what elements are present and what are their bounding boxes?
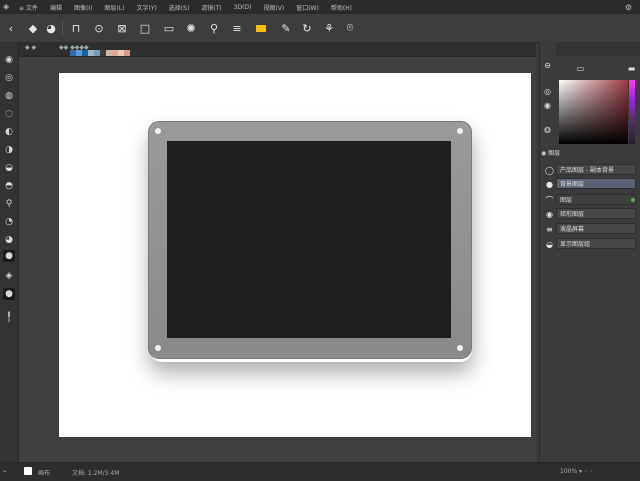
- crop-icon[interactable]: ◐: [3, 126, 15, 138]
- pen-tool-icon[interactable]: ✎: [277, 19, 295, 37]
- left-toolbar: ◉ ◎ ◍ ◌ ◐ ◑ ◒ ◓ ⚲ ◔ ◕ ● ◈ ● ╿: [0, 42, 19, 462]
- quick-select-icon[interactable]: ◌: [3, 108, 15, 120]
- lasso-icon[interactable]: ◍: [3, 90, 15, 102]
- adjust-panel-icon[interactable]: ◉: [542, 100, 553, 111]
- menu-edit[interactable]: 编辑: [50, 3, 62, 12]
- layers-title: 图层: [548, 150, 561, 157]
- brush-icon[interactable]: ◓: [3, 180, 15, 192]
- blur-icon[interactable]: ◕: [3, 234, 15, 246]
- layer-row-1[interactable]: 产品图层 - 副本背景: [556, 164, 636, 175]
- diamond-tool-icon[interactable]: ◆: [24, 19, 42, 37]
- panel-tab-bar: [556, 42, 640, 56]
- crop-tool-icon[interactable]: ⊓: [67, 19, 85, 37]
- transform-tool-icon[interactable]: ⊠: [113, 19, 131, 37]
- brush-preset-icon[interactable]: ◕: [42, 19, 60, 37]
- hue-slider[interactable]: [629, 80, 635, 144]
- frame-screw-top-right: [457, 128, 463, 134]
- frame-tool-icon[interactable]: ▭: [160, 19, 178, 37]
- menu-filter[interactable]: 滤镜(T): [201, 3, 221, 12]
- healing-icon[interactable]: ◒: [3, 162, 15, 174]
- menu-layer[interactable]: 图层(L): [104, 3, 124, 12]
- status-doc-icon[interactable]: [24, 467, 32, 475]
- color-swatch[interactable]: [124, 50, 130, 56]
- settings-icon[interactable]: ⚙: [625, 3, 632, 12]
- menu-window[interactable]: 窗口(W): [296, 3, 319, 12]
- marquee-tool-icon[interactable]: ◎: [3, 72, 15, 84]
- menu-3d[interactable]: 3D(D): [234, 4, 252, 11]
- color-picker-field[interactable]: [559, 80, 628, 144]
- status-doc-info: 文档: 1.2M/3.4M: [72, 470, 120, 477]
- layer-row-5[interactable]: 液晶屏幕: [556, 223, 636, 234]
- pen-icon[interactable]: ◈: [3, 270, 15, 282]
- stamp-icon[interactable]: ⚲: [3, 198, 15, 210]
- frame-screw-bottom-left: [155, 345, 161, 351]
- swatch-strip: [70, 50, 130, 56]
- device-screen[interactable]: [167, 141, 451, 338]
- puppet-tool-icon[interactable]: ⚘: [320, 19, 338, 37]
- stamp-tool-icon[interactable]: ⚲: [205, 19, 223, 37]
- eraser-icon[interactable]: ◔: [3, 216, 15, 228]
- rotate-tool-icon[interactable]: ↻: [298, 19, 316, 37]
- layer-visibility-icon[interactable]: ◯: [545, 166, 554, 175]
- status-left-icon: ⌁: [3, 468, 7, 475]
- back-arrow-icon[interactable]: ‹: [2, 19, 20, 37]
- dodge-icon[interactable]: ●: [3, 250, 15, 262]
- type-icon[interactable]: ●: [3, 288, 15, 300]
- layer-row-2[interactable]: 背景图层: [556, 178, 636, 189]
- styles-panel-icon[interactable]: ◍: [542, 124, 553, 135]
- layers-panel-header: ◉ 图层: [541, 148, 637, 158]
- options-bar: ‹ ◆ ◕ ⊓ ⊙ ⊠ □ ▭ ✺ ⚲ ≡ ✎ ↻ ⚘ ⌾: [0, 14, 640, 43]
- status-bar: ⌁ 画布 文档: 1.2M/3.4M 100% ▾ ◦ ◦: [0, 462, 640, 481]
- rectangle-tool-icon[interactable]: □: [136, 19, 154, 37]
- status-zoom-info[interactable]: 100% ▾ ◦ ◦: [560, 468, 593, 475]
- app-menu-icon[interactable]: ◈: [3, 2, 15, 12]
- menu-file[interactable]: ≡ 文件: [19, 3, 38, 12]
- menu-help[interactable]: 帮助(H): [331, 3, 352, 12]
- layer-type-icon[interactable]: ≡: [545, 225, 554, 234]
- swatches-panel-icon[interactable]: ◎: [542, 86, 553, 97]
- menu-select[interactable]: 选择(S): [169, 3, 190, 12]
- gallery-tool-icon[interactable]: ⌾: [341, 19, 359, 37]
- layers-eye-icon[interactable]: ◉: [541, 150, 546, 157]
- note-tool-icon[interactable]: [252, 19, 270, 37]
- hand-tool-icon[interactable]: ╿: [3, 312, 15, 324]
- align-tool-icon[interactable]: ≡: [228, 19, 246, 37]
- eyedropper-icon[interactable]: ◑: [3, 144, 15, 156]
- status-doc-label: 画布: [38, 470, 51, 477]
- layer-visibility-icon[interactable]: ●: [545, 180, 554, 189]
- layer-row-6[interactable]: 显示图层组: [556, 238, 636, 249]
- frame-screw-top-left: [155, 128, 161, 134]
- menu-image[interactable]: 图像(I): [74, 3, 92, 12]
- menu-type[interactable]: 文字(Y): [136, 3, 156, 12]
- layer-status-dot: [631, 198, 635, 202]
- layer-visibility-icon[interactable]: ◉: [545, 210, 554, 219]
- panel-minimize-icon[interactable]: ▭: [575, 63, 586, 74]
- menu-bar: ◈ ≡ 文件 编辑 图像(I) 图层(L) 文字(Y) 选择(S) 滤镜(T) …: [0, 0, 640, 14]
- color-wheel-icon[interactable]: ✺: [182, 19, 200, 37]
- color-panel-icon[interactable]: ⊖: [542, 60, 553, 71]
- frame-screw-bottom-right: [457, 345, 463, 351]
- layer-row-3[interactable]: 图层: [556, 194, 636, 205]
- layer-row-4[interactable]: 矩形图层: [556, 208, 636, 219]
- move-tool-icon[interactable]: ◉: [3, 54, 15, 66]
- lasso-tool-icon[interactable]: ⊙: [90, 19, 108, 37]
- layer-group-icon[interactable]: ◒: [545, 240, 554, 249]
- panel-menu-icon[interactable]: ▬: [626, 63, 637, 74]
- menu-view[interactable]: 视图(V): [263, 3, 284, 12]
- doc-tab-1[interactable]: ◆ ◆: [25, 44, 36, 51]
- layer-link-icon[interactable]: ⌒: [545, 196, 554, 205]
